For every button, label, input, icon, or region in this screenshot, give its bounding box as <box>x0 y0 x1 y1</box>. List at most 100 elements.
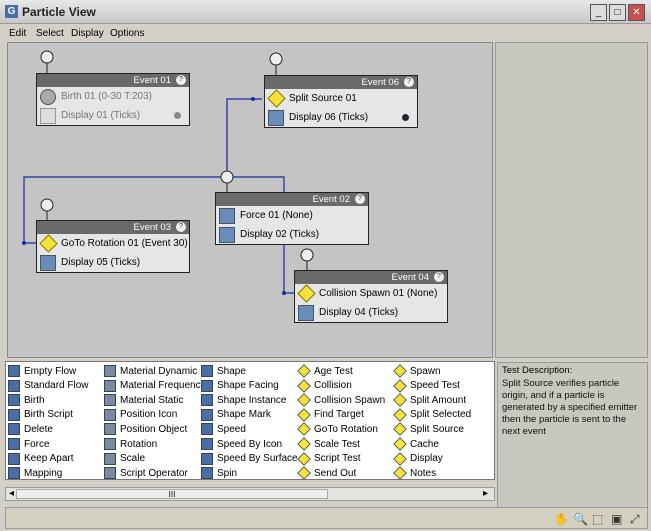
depot-item[interactable]: Birth <box>8 393 45 407</box>
event-title: Event 02 <box>312 194 351 205</box>
test-icon <box>267 89 286 108</box>
depot-item[interactable]: Script Operator <box>104 466 188 480</box>
operator-display[interactable]: Display 06 (Ticks) <box>265 108 417 127</box>
operator-icon <box>8 379 20 392</box>
event-03[interactable]: Event 03? GoTo Rotation 01 (Event 30) Di… <box>36 220 190 273</box>
depot-item[interactable]: Speed By Surface <box>201 452 298 466</box>
depot-item[interactable]: Scale <box>104 452 145 466</box>
operator-icon <box>201 452 213 465</box>
depot-item-label: Split Selected <box>410 409 472 421</box>
scroll-thumb[interactable]: III <box>16 489 328 499</box>
operator-icon <box>393 451 407 466</box>
depot-item[interactable]: Scale Test <box>297 437 360 451</box>
depot-item[interactable]: Mapping <box>8 466 62 480</box>
pan-icon[interactable]: ✋ <box>554 512 569 526</box>
operator-force[interactable]: Force 01 (None) <box>216 206 368 225</box>
depot-item[interactable]: Find Target <box>297 408 364 422</box>
scroll-right-button[interactable]: ▸ <box>483 488 488 499</box>
depot-item[interactable]: Shape Mark <box>201 408 271 422</box>
operator-goto-rotation[interactable]: GoTo Rotation 01 (Event 30) <box>37 234 189 253</box>
operator-collision-spawn[interactable]: Collision Spawn 01 (None) <box>295 284 447 303</box>
scroll-left-button[interactable]: ◂ <box>9 488 14 499</box>
operator-display[interactable]: Display 02 (Ticks) <box>216 225 368 244</box>
operator-icon <box>201 438 213 450</box>
event-02[interactable]: Event 02? Force 01 (None) Display 02 (Ti… <box>215 192 369 245</box>
depot-item-label: Shape Facing <box>217 380 279 392</box>
depot-item[interactable]: Delete <box>8 422 53 436</box>
light-bulb-icon[interactable]: ? <box>176 75 186 85</box>
operator-icon <box>8 423 20 436</box>
operator-label: Birth 01 (0-30 T:203) <box>61 91 152 102</box>
depot-item[interactable]: Position Object <box>104 422 187 436</box>
depot-item[interactable]: Age Test <box>297 364 353 378</box>
depot: Empty Flow Standard Flow Birth Birth Script… <box>5 361 495 480</box>
parameters-panel <box>495 42 648 358</box>
event-01[interactable]: Event 01? Birth 01 (0-30 T:203) Display … <box>36 73 190 126</box>
depot-item-label: Spin <box>217 467 238 479</box>
depot-item[interactable]: Rotation <box>104 437 157 451</box>
zoom-region-icon[interactable]: ⬚ <box>592 512 603 526</box>
depot-item[interactable]: Notes <box>393 466 437 480</box>
operator-icon <box>297 437 311 451</box>
depot-item[interactable]: Shape Facing <box>201 379 279 393</box>
depot-item[interactable]: Script Test <box>297 451 361 466</box>
depot-item[interactable]: Material Dynamic <box>104 364 197 378</box>
operator-icon <box>297 422 311 437</box>
operator-label: GoTo Rotation 01 (Event 30) <box>61 238 188 249</box>
birth-icon <box>40 88 56 105</box>
depot-item-label: Shape <box>217 365 246 377</box>
depot-item[interactable]: Material Frequency <box>104 379 206 393</box>
depot-item[interactable]: Speed By Icon <box>201 437 282 451</box>
operator-display[interactable]: Display 04 (Ticks) <box>295 303 447 322</box>
depot-item[interactable]: GoTo Rotation <box>297 422 378 437</box>
depot-item[interactable]: Spin <box>201 466 237 480</box>
depot-item[interactable]: Spawn <box>393 364 441 378</box>
operator-display[interactable]: Display 05 (Ticks) <box>37 253 189 272</box>
operator-icon <box>297 451 311 466</box>
depot-item-label: Position Icon <box>120 409 178 421</box>
light-bulb-icon[interactable]: ? <box>434 272 444 282</box>
light-bulb-icon[interactable]: ? <box>355 194 365 204</box>
depot-item[interactable]: Empty Flow <box>8 364 76 378</box>
depot-item-label: Material Dynamic <box>120 365 198 377</box>
depot-item[interactable]: Cache <box>393 437 439 451</box>
event-06[interactable]: Event 06? Split Source 01 Display 06 (Ti… <box>264 75 418 128</box>
operator-birth[interactable]: Birth 01 (0-30 T:203) <box>37 87 189 106</box>
light-bulb-icon[interactable]: ? <box>176 222 186 232</box>
operator-icon <box>104 467 116 480</box>
operator-split-source[interactable]: Split Source 01 <box>265 89 417 108</box>
depot-item[interactable]: Send Out <box>297 466 356 480</box>
depot-item[interactable]: Split Source <box>393 422 464 437</box>
depot-item[interactable]: Shape Instance <box>201 393 287 407</box>
zoom-extents-icon[interactable]: ▣ <box>611 512 622 526</box>
depot-item[interactable]: Collision Spawn <box>297 393 385 407</box>
depot-item-label: Shape Mark <box>217 409 271 421</box>
depot-item[interactable]: Standard Flow <box>8 379 88 393</box>
depot-item[interactable]: Display <box>393 451 443 466</box>
operator-display[interactable]: Display 01 (Ticks) <box>37 106 189 125</box>
operator-icon <box>393 378 407 393</box>
depot-item[interactable]: Birth Script <box>8 408 73 422</box>
depot-item[interactable]: Speed <box>201 422 246 436</box>
depot-item-label: Notes <box>410 467 437 479</box>
depot-scrollbar[interactable]: ◂ III ▸ <box>5 487 495 501</box>
depot-item[interactable]: Split Selected <box>393 408 472 422</box>
light-bulb-icon[interactable]: ? <box>404 77 414 87</box>
zoom-icon[interactable]: 🔍 <box>573 512 588 526</box>
operator-icon <box>297 364 311 378</box>
depot-item[interactable]: Shape <box>201 364 246 378</box>
no-zoom-icon[interactable]: ⤢ <box>630 512 640 527</box>
depot-item[interactable]: Keep Apart <box>8 452 73 466</box>
depot-item[interactable]: Split Amount <box>393 393 466 407</box>
operator-label: Force 01 (None) <box>240 210 313 221</box>
operator-icon <box>393 437 407 451</box>
depot-item-label: Find Target <box>314 409 364 421</box>
depot-item[interactable]: Collision <box>297 378 352 393</box>
depot-item[interactable]: Speed Test <box>393 378 460 393</box>
operator-icon <box>104 379 116 392</box>
event-04[interactable]: Event 04? Collision Spawn 01 (None) Disp… <box>294 270 448 323</box>
depot-item[interactable]: Force <box>8 437 50 451</box>
depot-item[interactable]: Material Static <box>104 393 183 407</box>
depot-item-label: Speed <box>217 423 246 435</box>
depot-item[interactable]: Position Icon <box>104 408 177 422</box>
